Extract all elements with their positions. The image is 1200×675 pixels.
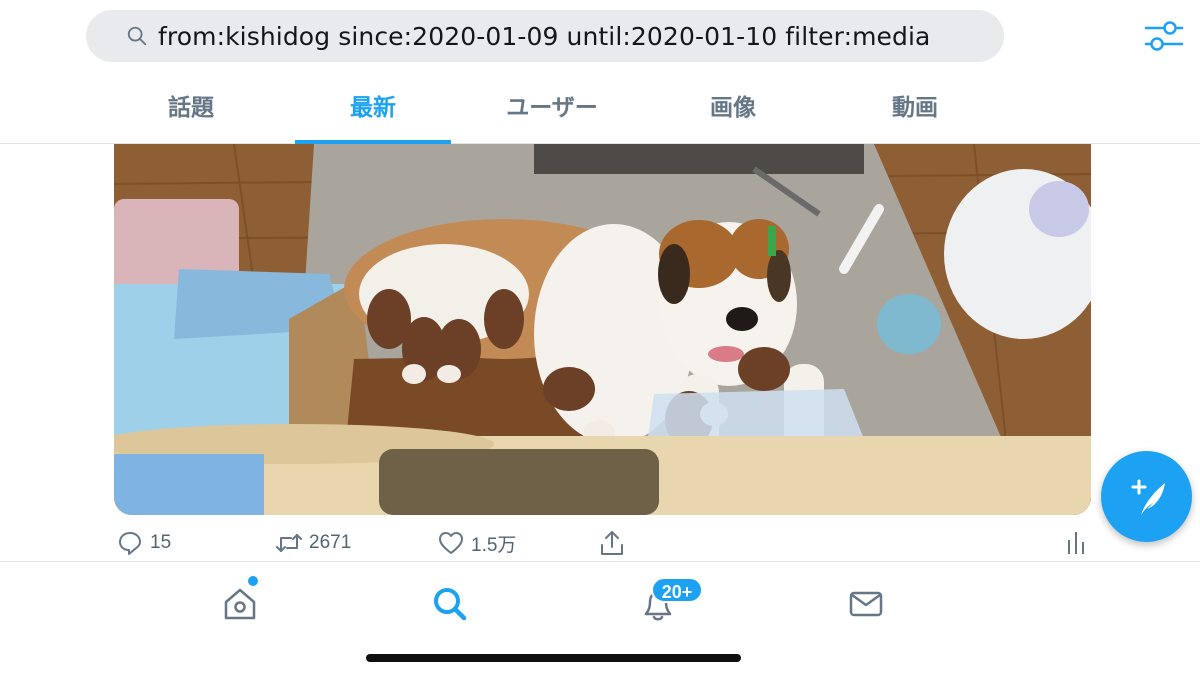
search-settings-icon[interactable] [1144,18,1184,54]
tweet-media-photo[interactable] [114,144,1091,515]
retweet-icon [276,534,302,552]
reply-count: 15 [150,532,172,553]
tab-latest[interactable]: 最新 [295,80,451,144]
search-icon [434,588,467,621]
compose-tweet-button[interactable] [1101,451,1192,542]
retweet-count: 2671 [309,532,352,553]
mail-icon [849,591,883,617]
tab-photos[interactable]: 画像 [655,80,811,143]
like-count: 1.5万 [471,534,517,556]
home-new-indicator-dot [248,576,258,586]
like-button[interactable]: 1.5万 [437,524,516,562]
home-indicator-bar[interactable] [366,654,741,662]
reply-icon [119,532,141,555]
compose-feather-icon [1131,479,1165,515]
nav-messages[interactable] [844,582,888,626]
reply-button[interactable]: 15 [116,524,171,562]
nav-home[interactable] [218,582,262,626]
home-icon [224,588,256,620]
search-bar[interactable]: from:kishidog since:2020-01-09 until:202… [86,10,1004,62]
tab-people[interactable]: ユーザー [474,80,630,143]
dog-with-puppies-image [114,144,1091,515]
search-query-text[interactable]: from:kishidog since:2020-01-09 until:202… [158,22,930,51]
share-icon [601,531,623,555]
share-button[interactable] [598,524,632,562]
heart-icon [439,532,463,554]
tweet-action-bar: 15 2671 1.5万 [0,524,1200,562]
nav-search[interactable] [428,582,472,626]
tab-top[interactable]: 話題 [113,80,269,143]
analytics-icon[interactable] [1064,528,1088,556]
retweet-button[interactable]: 2671 [275,524,351,562]
search-icon [127,26,147,46]
search-tabs: 話題 最新 ユーザー 画像 動画 [0,80,1200,144]
notifications-badge: 20+ [651,577,703,603]
tab-videos[interactable]: 動画 [837,80,993,143]
